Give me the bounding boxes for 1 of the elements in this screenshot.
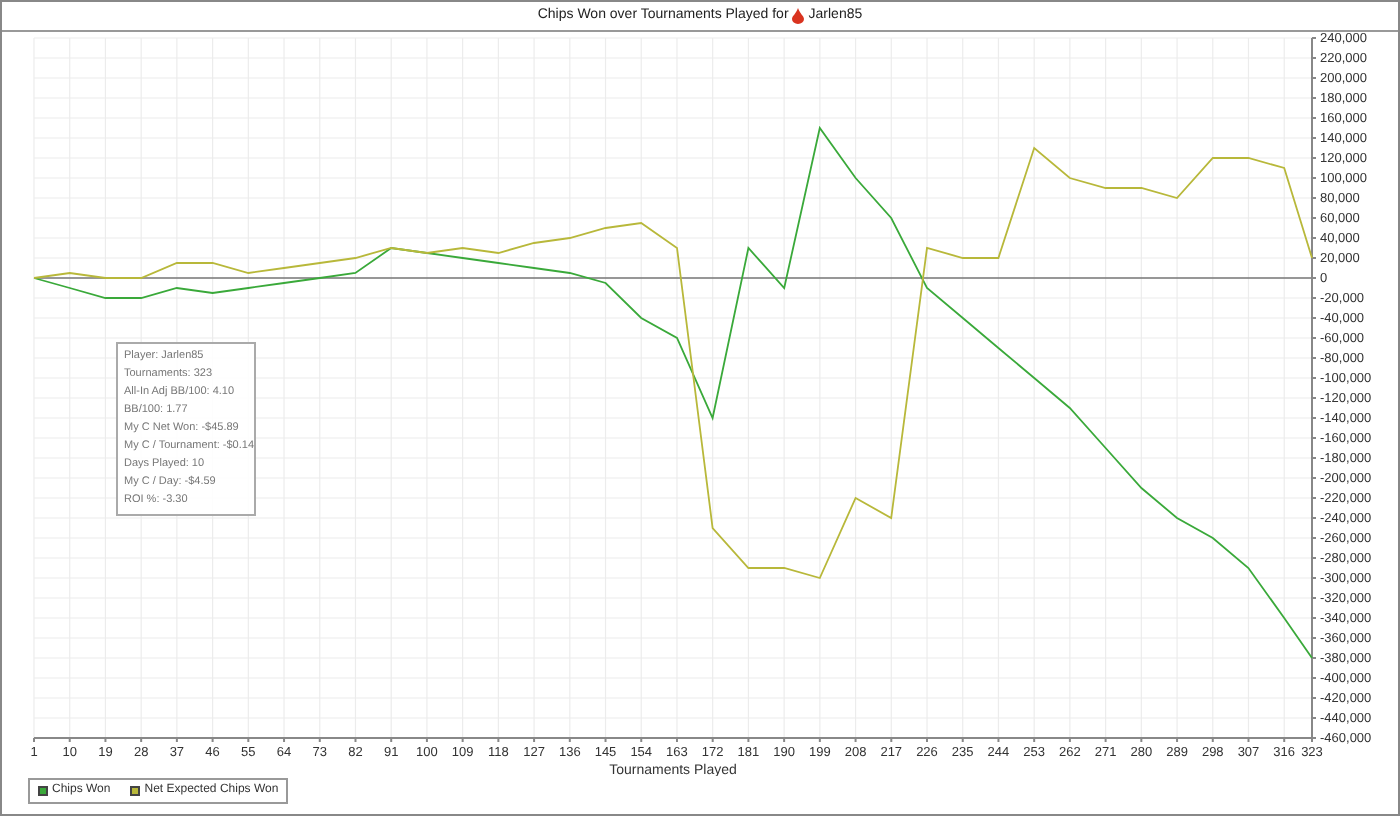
drop-icon [792, 8, 805, 24]
